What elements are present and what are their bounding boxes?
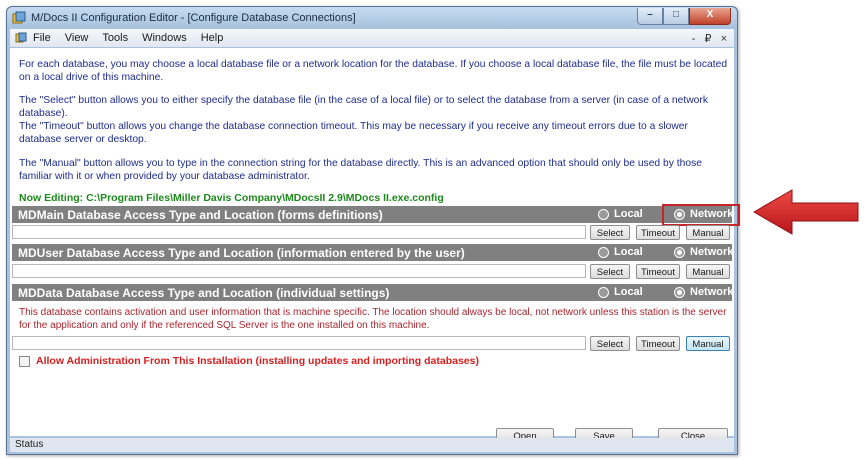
- mdmain-section-header: MDMain Database Access Type and Location…: [12, 206, 733, 223]
- mduser-manual-button[interactable]: Manual: [686, 264, 730, 279]
- status-bar: Status: [10, 438, 734, 452]
- mdmain-select-button[interactable]: Select: [590, 225, 630, 240]
- allow-administration-row[interactable]: Allow Administration From This Installat…: [19, 355, 479, 367]
- mddata-warning-text: This database contains activation and us…: [19, 307, 727, 331]
- radio-label: Network: [690, 246, 734, 258]
- allow-administration-label: Allow Administration From This Installat…: [36, 355, 479, 367]
- app-icon: [12, 11, 26, 24]
- radio-unchecked-icon: [598, 208, 609, 220]
- mdmain-local-radio[interactable]: Local: [598, 208, 643, 220]
- radio-label: Local: [614, 246, 643, 258]
- radio-unchecked-icon: [598, 246, 609, 258]
- mduser-path-input[interactable]: [12, 264, 586, 278]
- mduser-timeout-button[interactable]: Timeout: [636, 264, 680, 279]
- instruction-paragraph: For each database, you may choose a loca…: [19, 59, 728, 83]
- window-title: M/Docs II Configuration Editor - [Config…: [31, 12, 356, 24]
- app-window: M/Docs II Configuration Editor - [Config…: [6, 6, 740, 455]
- mdmain-path-input[interactable]: [12, 225, 586, 239]
- allow-administration-checkbox[interactable]: [19, 355, 30, 367]
- mduser-section-header: MDUser Database Access Type and Location…: [12, 244, 733, 261]
- mdi-window-controls[interactable]: - ₽ ×: [692, 32, 730, 45]
- mddata-network-radio[interactable]: Network: [674, 286, 733, 298]
- menu-file[interactable]: File: [33, 32, 51, 44]
- mdmain-manual-button[interactable]: Manual: [686, 225, 730, 240]
- instruction-paragraph: The "Select" button allows you to either…: [19, 95, 708, 119]
- document-icon[interactable]: [15, 32, 27, 44]
- mddata-manual-button[interactable]: Manual: [686, 336, 730, 351]
- maximize-button[interactable]: □: [663, 8, 689, 25]
- instruction-paragraph: The "Manual" button allows you to type i…: [19, 158, 702, 182]
- mduser-select-button[interactable]: Select: [590, 264, 630, 279]
- minimize-button[interactable]: –: [637, 8, 663, 25]
- section-title: MDData Database Access Type and Location…: [18, 286, 390, 300]
- mduser-local-radio[interactable]: Local: [598, 246, 643, 258]
- menu-help[interactable]: Help: [201, 32, 224, 44]
- section-title: MDMain Database Access Type and Location…: [18, 208, 383, 222]
- mddata-timeout-button[interactable]: Timeout: [636, 336, 680, 351]
- menu-windows[interactable]: Windows: [142, 32, 187, 44]
- title-bar[interactable]: M/Docs II Configuration Editor - [Config…: [7, 7, 737, 29]
- network-highlight-box: [662, 204, 740, 226]
- now-editing-path: Now Editing: C:\Program Files\Miller Dav…: [19, 192, 444, 204]
- mduser-network-radio[interactable]: Network: [674, 246, 733, 258]
- menu-view[interactable]: View: [65, 32, 89, 44]
- close-window-button[interactable]: X: [689, 8, 731, 25]
- radio-checked-icon: [674, 286, 685, 298]
- menu-bar: File View Tools Windows Help - ₽ ×: [10, 29, 734, 47]
- section-title: MDUser Database Access Type and Location…: [18, 246, 465, 260]
- left-arrow-icon: [753, 189, 859, 235]
- radio-unchecked-icon: [598, 286, 609, 298]
- mdmain-timeout-button[interactable]: Timeout: [636, 225, 680, 240]
- radio-label: Network: [690, 286, 734, 298]
- instruction-paragraph: The "Timeout" button allows you change t…: [19, 121, 688, 145]
- radio-label: Local: [614, 286, 643, 298]
- radio-label: Local: [614, 208, 643, 220]
- configure-database-connections-form: For each database, you may choose a loca…: [10, 48, 740, 444]
- radio-checked-icon: [674, 246, 685, 258]
- mddata-section-header: MDData Database Access Type and Location…: [12, 284, 733, 301]
- mddata-local-radio[interactable]: Local: [598, 286, 643, 298]
- mddata-path-input[interactable]: [12, 336, 586, 350]
- menu-tools[interactable]: Tools: [102, 32, 128, 44]
- mddata-select-button[interactable]: Select: [590, 336, 630, 351]
